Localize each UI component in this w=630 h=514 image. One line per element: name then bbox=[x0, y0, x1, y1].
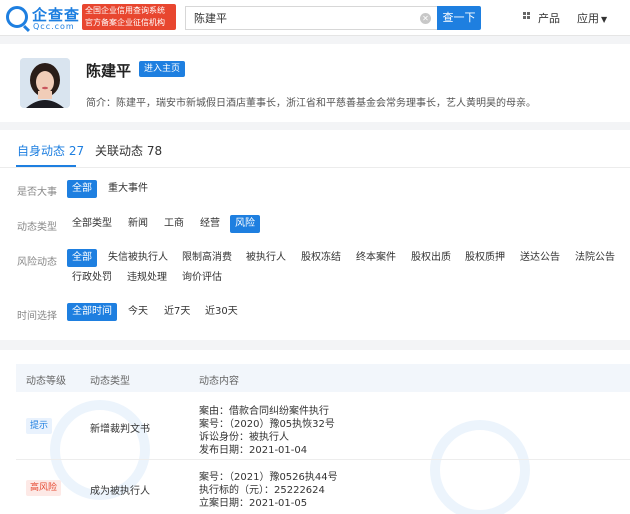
filter-major-important[interactable]: 重大事件 bbox=[108, 180, 148, 198]
level-badge: 提示 bbox=[26, 418, 53, 434]
filter-time-30days[interactable]: 近30天 bbox=[205, 303, 238, 321]
table-row[interactable]: 高风险 成为被执行人 案号：（2021）豫0526执44号 执行标的（元）：25… bbox=[16, 462, 630, 514]
tab-own-dynamics[interactable]: 自身动态 27 bbox=[17, 142, 84, 159]
filter-label-major: 是否大事 bbox=[17, 187, 57, 198]
top-bar: 企查查 Qcc.com 全国企业信用查询系统 官方备案企业征信机构 ✕ 查一下 … bbox=[0, 0, 630, 36]
table-row[interactable]: 提示 新增裁判文书 案由：借款合同纠纷案件执行 案号：（2020）豫05执恢32… bbox=[16, 396, 630, 460]
enter-homepage-button[interactable]: 进入主页 bbox=[139, 61, 186, 77]
filter-risk-equity-pledge-out[interactable]: 股权出质 bbox=[411, 249, 451, 267]
filter-risk-all[interactable]: 全部 bbox=[67, 249, 97, 267]
avatar bbox=[20, 58, 70, 108]
table-header: 动态等级 动态类型 动态内容 bbox=[16, 364, 630, 392]
filter-time-7days[interactable]: 近7天 bbox=[164, 303, 190, 321]
filter-type-all[interactable]: 全部类型 bbox=[72, 215, 112, 233]
dynamic-type: 成为被执行人 bbox=[90, 486, 150, 497]
filter-type-business[interactable]: 工商 bbox=[164, 215, 184, 233]
th-level: 动态等级 bbox=[26, 376, 66, 387]
qcc-logo[interactable]: 企查查 Qcc.com bbox=[6, 4, 80, 32]
grid-icon bbox=[523, 12, 533, 22]
chevron-down-icon: ▼ bbox=[601, 15, 608, 24]
th-type: 动态类型 bbox=[90, 376, 130, 387]
search-button[interactable]: 查一下 bbox=[437, 6, 481, 30]
filter-card: 自身动态 27 关联动态 78 是否大事 全部 重大事件 动态类型 全部类型 新… bbox=[0, 130, 630, 340]
filter-risk-court-notice[interactable]: 法院公告 bbox=[575, 249, 615, 267]
filter-risk-equity-freeze[interactable]: 股权冻结 bbox=[301, 249, 341, 267]
clear-icon[interactable]: ✕ bbox=[420, 13, 431, 24]
filter-type-risk[interactable]: 风险 bbox=[230, 215, 260, 233]
dynamics-tabs: 自身动态 27 关联动态 78 bbox=[0, 130, 630, 168]
filter-major-all[interactable]: 全部 bbox=[67, 180, 97, 198]
filter-label-time: 时间选择 bbox=[17, 311, 57, 322]
promo-line-2: 官方备案企业征信机构 bbox=[85, 18, 165, 27]
content-line: 立案日期：2021-01-05 bbox=[199, 498, 308, 509]
profile-card: 陈建平 进入主页 简介：陈建平，瑞安市新城假日酒店董事长，浙江省和平慈善基金会常… bbox=[0, 44, 630, 122]
dynamic-type: 新增裁判文书 bbox=[90, 424, 150, 435]
tab-related-dynamics[interactable]: 关联动态 78 bbox=[95, 142, 162, 159]
filter-risk-admin-penalty[interactable]: 行政处罚 bbox=[72, 269, 112, 287]
filter-risk-equity-pledge[interactable]: 股权质押 bbox=[465, 249, 505, 267]
content-line: 发布日期：2021-01-04 bbox=[199, 445, 308, 456]
person-intro: 简介：陈建平，瑞安市新城假日酒店董事长，浙江省和平慈善基金会常务理事长，艺人黄明… bbox=[86, 98, 536, 109]
filter-risk-dishonest[interactable]: 失信被执行人 bbox=[108, 249, 168, 267]
filter-risk-valuation[interactable]: 询价评估 bbox=[182, 269, 222, 287]
level-badge: 高风险 bbox=[26, 480, 62, 496]
filter-label-risk: 风险动态 bbox=[17, 257, 57, 268]
filter-risk-violation[interactable]: 违规处理 bbox=[127, 269, 167, 287]
filter-risk-terminated-case[interactable]: 终本案件 bbox=[356, 249, 396, 267]
filter-risk-service-notice[interactable]: 送达公告 bbox=[520, 249, 560, 267]
search-input[interactable] bbox=[194, 11, 414, 24]
nav-products[interactable]: 产品 bbox=[538, 10, 560, 26]
search-logo-icon bbox=[6, 6, 28, 28]
filter-time-all[interactable]: 全部时间 bbox=[67, 303, 117, 321]
active-tab-indicator bbox=[16, 165, 76, 167]
filter-label-type: 动态类型 bbox=[17, 222, 57, 233]
filter-time-today[interactable]: 今天 bbox=[128, 303, 148, 321]
person-name: 陈建平 bbox=[86, 62, 132, 80]
promo-line-1: 全国企业信用查询系统 bbox=[85, 6, 165, 15]
portrait-image bbox=[20, 58, 70, 108]
filter-type-operation[interactable]: 经营 bbox=[200, 215, 220, 233]
nav-apps[interactable]: 应用 ▼ bbox=[577, 10, 607, 26]
filter-type-news[interactable]: 新闻 bbox=[128, 215, 148, 233]
logo-domain: Qcc.com bbox=[33, 22, 75, 31]
filter-risk-consumption-limit[interactable]: 限制高消费 bbox=[182, 249, 232, 267]
nav-apps-label: 应用 bbox=[577, 12, 599, 25]
dynamics-table: 动态等级 动态类型 动态内容 提示 新增裁判文书 案由：借款合同纠纷案件执行 案… bbox=[0, 350, 630, 514]
th-content: 动态内容 bbox=[199, 376, 239, 387]
search-box: ✕ bbox=[185, 6, 440, 30]
filter-risk-executed[interactable]: 被执行人 bbox=[246, 249, 286, 267]
promo-badge[interactable]: 全国企业信用查询系统 官方备案企业征信机构 bbox=[82, 4, 176, 30]
